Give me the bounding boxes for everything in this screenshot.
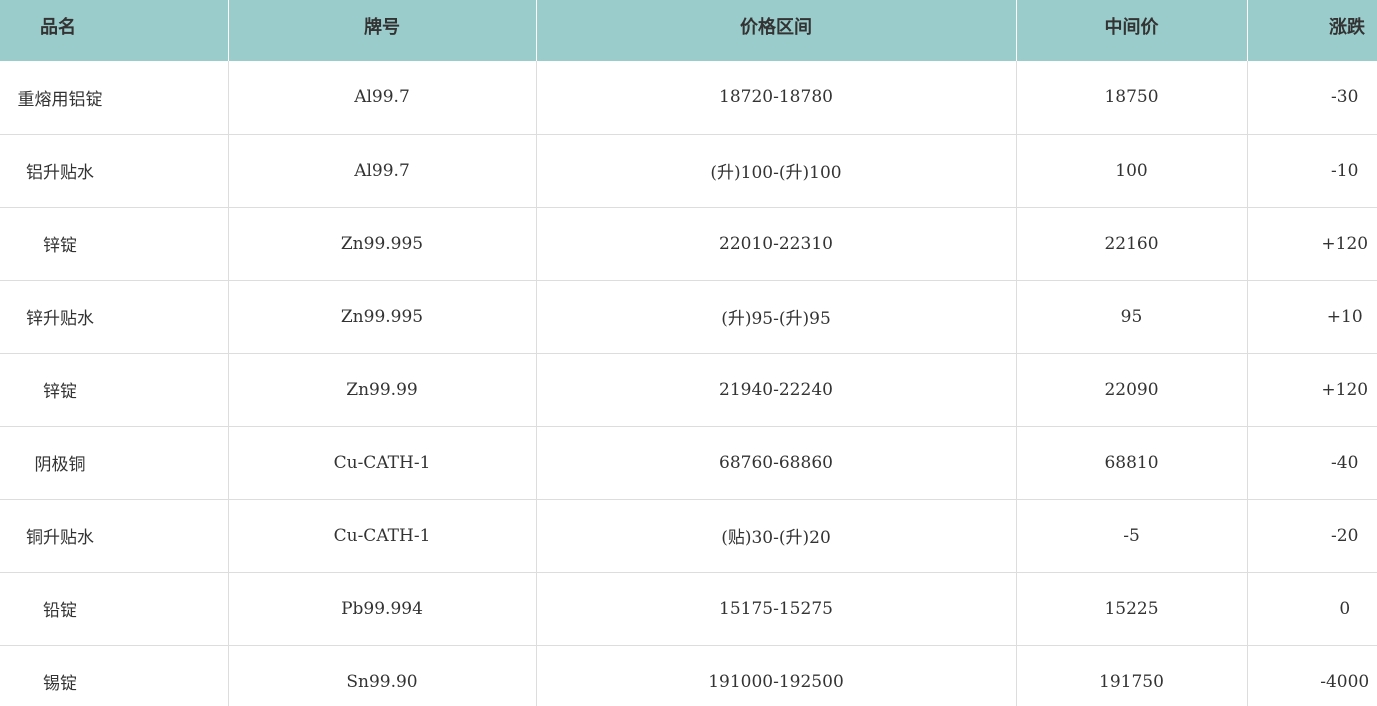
cell-mid-price: 22160 (1016, 207, 1248, 281)
cell-mid-price: 191750 (1016, 645, 1248, 706)
table-row: 锌升贴水 Zn99.995 (升)95-(升)95 95 +10 (0, 280, 1377, 354)
cell-mid-price: 22090 (1016, 353, 1248, 427)
cell-change: +120 (1247, 207, 1377, 281)
cell-price-range: 191000-192500 (536, 645, 1017, 706)
cell-grade: Al99.7 (228, 134, 537, 208)
cell-price-range: 68760-68860 (536, 426, 1017, 500)
header-grade: 牌号 (228, 0, 537, 61)
cell-price-range: (升)95-(升)95 (536, 280, 1017, 354)
header-row: 品名 牌号 价格区间 中间价 涨跌 (0, 0, 1377, 61)
cell-change: +120 (1247, 353, 1377, 427)
cell-grade: Pb99.994 (228, 572, 537, 646)
cell-mid-price: 95 (1016, 280, 1248, 354)
cell-change: 0 (1247, 572, 1377, 646)
cell-change: -4000 (1247, 645, 1377, 706)
cell-name: 重熔用铝锭 (0, 61, 229, 135)
cell-change: -20 (1247, 499, 1377, 573)
cell-change: -40 (1247, 426, 1377, 500)
cell-grade: Zn99.995 (228, 280, 537, 354)
header-mid-price: 中间价 (1016, 0, 1248, 61)
cell-name: 铜升贴水 (0, 499, 229, 573)
cell-grade: Cu-CATH-1 (228, 499, 537, 573)
cell-price-range: 15175-15275 (536, 572, 1017, 646)
cell-name: 锌锭 (0, 353, 229, 427)
cell-name: 铝升贴水 (0, 134, 229, 208)
cell-price-range: (升)100-(升)100 (536, 134, 1017, 208)
cell-mid-price: 68810 (1016, 426, 1248, 500)
cell-price-range: 18720-18780 (536, 61, 1017, 135)
cell-change: -10 (1247, 134, 1377, 208)
cell-change: -30 (1247, 61, 1377, 135)
cell-name: 锡锭 (0, 645, 229, 706)
header-name: 品名 (0, 0, 229, 61)
table-row: 锌锭 Zn99.99 21940-22240 22090 +120 (0, 353, 1377, 427)
cell-grade: Al99.7 (228, 61, 537, 135)
cell-name: 阴极铜 (0, 426, 229, 500)
cell-mid-price: 100 (1016, 134, 1248, 208)
cell-price-range: 22010-22310 (536, 207, 1017, 281)
cell-name: 锌升贴水 (0, 280, 229, 354)
cell-grade: Zn99.995 (228, 207, 537, 281)
table-row: 重熔用铝锭 Al99.7 18720-18780 18750 -30 (0, 61, 1377, 135)
table-row: 锌锭 Zn99.995 22010-22310 22160 +120 (0, 207, 1377, 281)
cell-grade: Zn99.99 (228, 353, 537, 427)
header-change: 涨跌 (1247, 0, 1377, 61)
table-row: 铝升贴水 Al99.7 (升)100-(升)100 100 -10 (0, 134, 1377, 208)
cell-grade: Sn99.90 (228, 645, 537, 706)
table-row: 阴极铜 Cu-CATH-1 68760-68860 68810 -40 (0, 426, 1377, 500)
table-row: 铜升贴水 Cu-CATH-1 (贴)30-(升)20 -5 -20 (0, 499, 1377, 573)
table-body: 重熔用铝锭 Al99.7 18720-18780 18750 -30 铝升贴水 … (0, 61, 1377, 706)
cell-name: 铅锭 (0, 572, 229, 646)
cell-price-range: (贴)30-(升)20 (536, 499, 1017, 573)
cell-change: +10 (1247, 280, 1377, 354)
cell-grade: Cu-CATH-1 (228, 426, 537, 500)
cell-price-range: 21940-22240 (536, 353, 1017, 427)
cell-mid-price: 15225 (1016, 572, 1248, 646)
cell-name: 锌锭 (0, 207, 229, 281)
table-row: 铅锭 Pb99.994 15175-15275 15225 0 (0, 572, 1377, 646)
price-table: 品名 牌号 价格区间 中间价 涨跌 重熔用铝锭 Al99.7 18720-187… (0, 0, 1377, 706)
cell-mid-price: 18750 (1016, 61, 1248, 135)
table-row: 锡锭 Sn99.90 191000-192500 191750 -4000 (0, 645, 1377, 706)
header-price-range: 价格区间 (536, 0, 1017, 61)
table-header: 品名 牌号 价格区间 中间价 涨跌 (0, 0, 1377, 61)
cell-mid-price: -5 (1016, 499, 1248, 573)
